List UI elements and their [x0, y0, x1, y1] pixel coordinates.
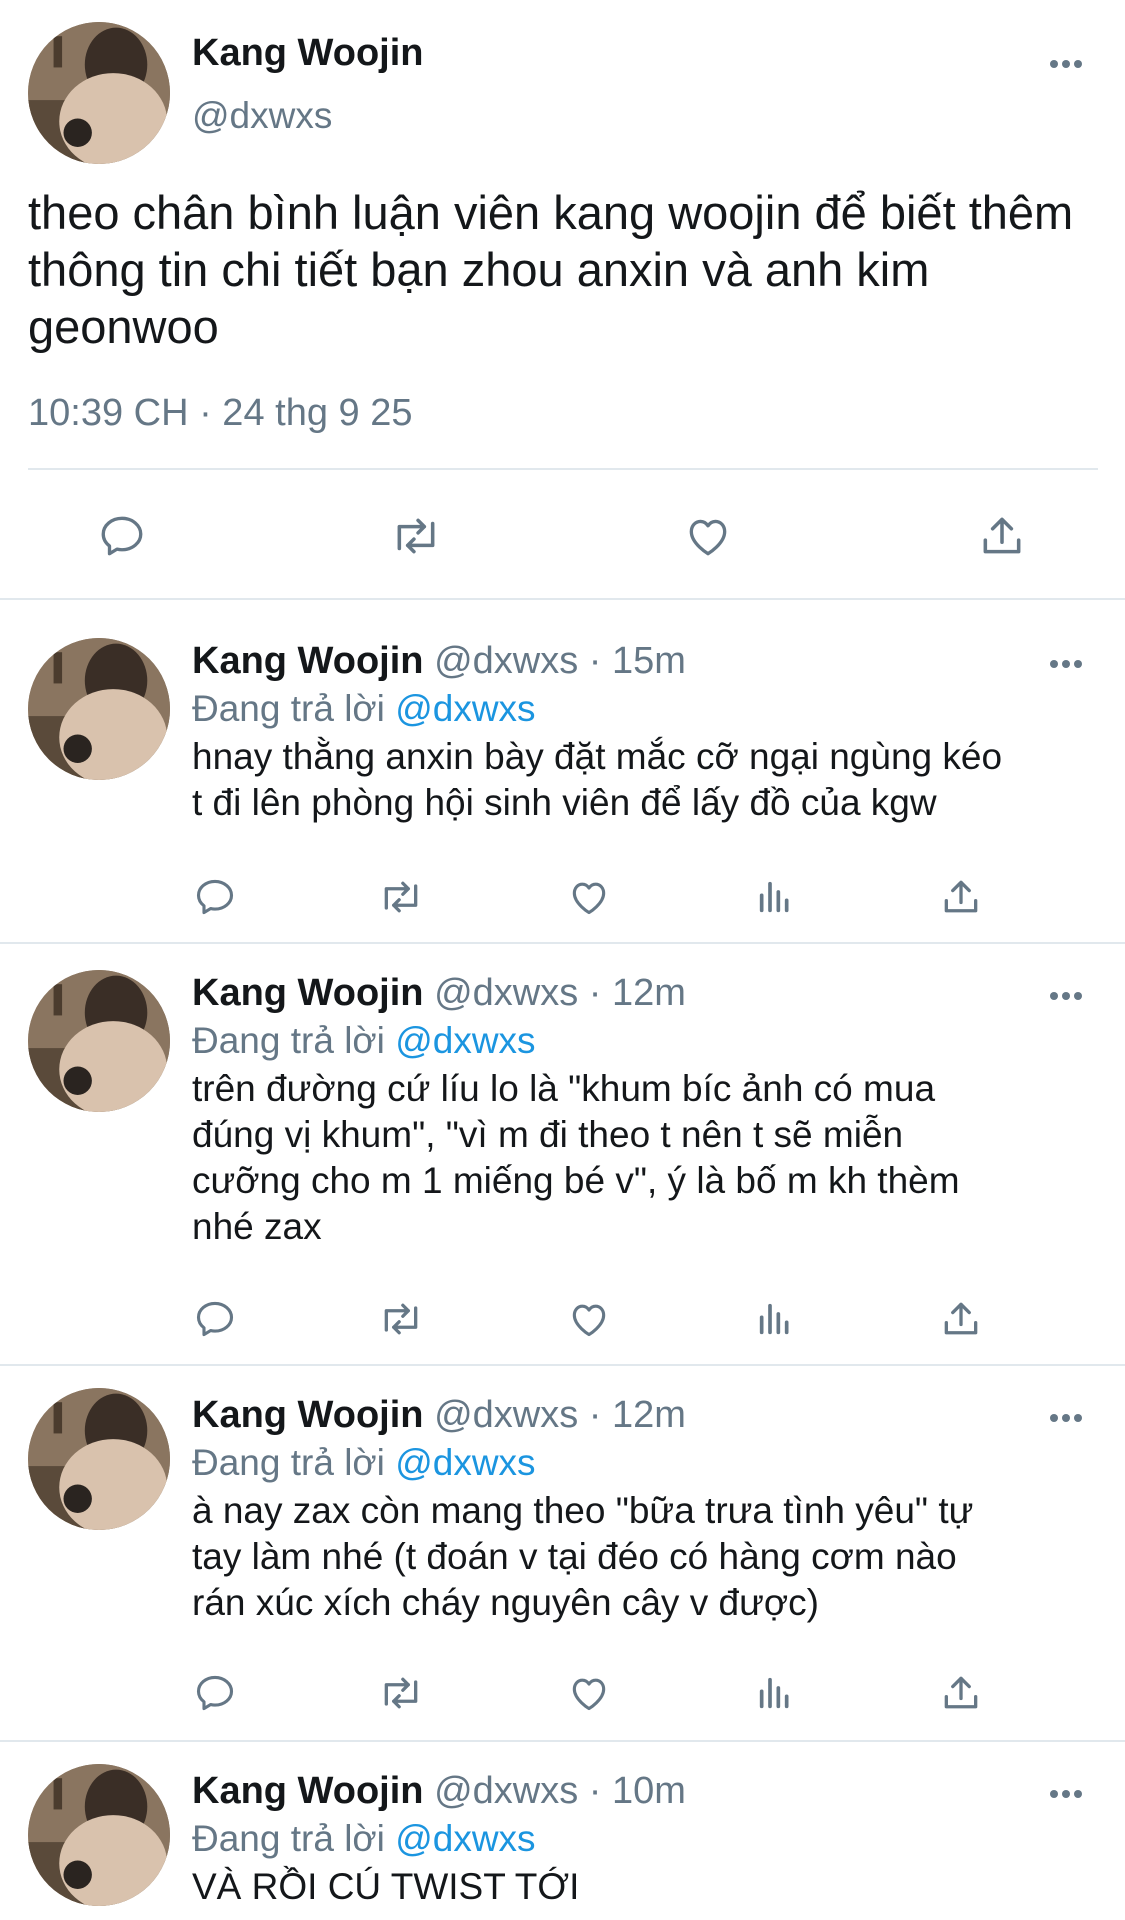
more-options-icon[interactable]	[1049, 988, 1083, 1006]
retweet-button[interactable]	[384, 508, 448, 564]
share-button[interactable]	[936, 1668, 986, 1718]
tweet-text: theo chân bình luận viên kang woojin để …	[28, 186, 1074, 353]
reply-text: trên đường cứ líu lo là "khum bíc ảnh có…	[192, 1068, 960, 1247]
share-icon	[983, 517, 1021, 554]
replying-to: Đang trả lời @dxwxs	[192, 1818, 536, 1860]
retweet-icon	[397, 518, 435, 554]
like-button[interactable]	[564, 1668, 614, 1718]
divider	[28, 468, 1098, 470]
avatar[interactable]	[28, 638, 170, 780]
reply-header: Kang Woojin @dxwxs · 12m	[192, 972, 686, 1015]
more-options-icon[interactable]	[1049, 1786, 1083, 1804]
replying-prefix: Đang trả lời	[192, 1442, 385, 1483]
replying-mention[interactable]: @dxwxs	[395, 1818, 535, 1859]
author-handle[interactable]: @dxwxs	[434, 1770, 578, 1812]
analytics-button[interactable]	[750, 872, 800, 922]
replying-mention[interactable]: @dxwxs	[395, 1020, 535, 1061]
author-name[interactable]: Kang Woojin	[192, 640, 424, 682]
avatar-photo	[28, 22, 170, 164]
reply-icon	[196, 1675, 234, 1711]
avatar-photo	[28, 1388, 170, 1530]
retweet-icon	[384, 881, 418, 913]
share-icon	[944, 1676, 978, 1709]
reply-tweet[interactable]: Kang Woojin @dxwxs · 12m Đang trả lời @d…	[0, 944, 1125, 1366]
more-options-icon[interactable]	[1049, 1410, 1083, 1428]
replying-mention[interactable]: @dxwxs	[395, 688, 535, 729]
retweet-icon	[384, 1677, 418, 1709]
author-handle[interactable]: @dxwxs	[434, 1394, 578, 1436]
reply-text: VÀ RỒI CÚ TWIST TỚI	[192, 1866, 580, 1907]
tweet-timestamp[interactable]: 10:39 CH · 24 thg 9 25	[28, 392, 412, 435]
avatar[interactable]	[28, 970, 170, 1112]
reply-header: Kang Woojin @dxwxs · 15m	[192, 640, 686, 683]
reply-header: Kang Woojin @dxwxs · 12m	[192, 1394, 686, 1437]
retweet-button[interactable]	[374, 1668, 428, 1718]
reply-icon	[101, 516, 143, 556]
share-button[interactable]	[936, 872, 986, 922]
author-handle[interactable]: @dxwxs	[434, 972, 578, 1014]
replying-to: Đang trả lời @dxwxs	[192, 1020, 536, 1062]
share-icon	[944, 1302, 978, 1335]
replying-mention[interactable]: @dxwxs	[395, 1442, 535, 1483]
reply-header: Kang Woojin @dxwxs · 10m	[192, 1770, 686, 1813]
like-icon	[572, 882, 606, 915]
share-icon	[944, 880, 978, 913]
retweet-icon	[384, 1303, 418, 1335]
reply-time: · 15m	[588, 640, 686, 682]
reply-button[interactable]	[190, 872, 240, 922]
analytics-icon	[759, 881, 789, 913]
like-button[interactable]	[678, 508, 738, 564]
reply-time: · 10m	[588, 1770, 686, 1812]
reply-tweet[interactable]: Kang Woojin @dxwxs · 10m Đang trả lời @d…	[0, 1742, 1125, 1920]
replying-to: Đang trả lời @dxwxs	[192, 1442, 536, 1484]
author-handle[interactable]: @dxwxs	[192, 95, 332, 137]
replying-prefix: Đang trả lời	[192, 688, 385, 729]
analytics-icon	[759, 1303, 789, 1335]
reply-tweet[interactable]: Kang Woojin @dxwxs · 12m Đang trả lời @d…	[0, 1366, 1125, 1742]
replying-to: Đang trả lời @dxwxs	[192, 688, 536, 730]
avatar[interactable]	[28, 1388, 170, 1530]
reply-icon	[196, 879, 234, 915]
reply-button[interactable]	[190, 1668, 240, 1718]
avatar[interactable]	[28, 22, 170, 164]
reply-button[interactable]	[92, 508, 152, 564]
author-name[interactable]: Kang Woojin	[192, 1770, 424, 1812]
retweet-button[interactable]	[374, 872, 428, 922]
main-tweet: Kang Woojin @dxwxs theo chân bình luận v…	[0, 0, 1125, 600]
like-button[interactable]	[564, 872, 614, 922]
like-icon	[689, 519, 727, 556]
analytics-button[interactable]	[750, 1294, 800, 1344]
author-handle[interactable]: @dxwxs	[434, 640, 578, 682]
reply-text: à nay zax còn mang theo "bữa trưa tình y…	[192, 1490, 974, 1623]
author-name[interactable]: Kang Woojin	[192, 972, 424, 1014]
like-icon	[572, 1678, 606, 1711]
replying-prefix: Đang trả lời	[192, 1020, 385, 1061]
author-name[interactable]: Kang Woojin	[192, 32, 424, 75]
more-options-icon[interactable]	[1049, 656, 1083, 674]
reply-icon	[196, 1301, 234, 1337]
share-button[interactable]	[972, 508, 1032, 564]
replying-prefix: Đang trả lời	[192, 1818, 385, 1859]
like-icon	[572, 1304, 606, 1337]
avatar-photo	[28, 1764, 170, 1906]
reply-time: · 12m	[588, 972, 686, 1014]
author-name[interactable]: Kang Woojin	[192, 1394, 424, 1436]
share-button[interactable]	[936, 1294, 986, 1344]
analytics-icon	[759, 1677, 789, 1709]
reply-time: · 12m	[588, 1394, 686, 1436]
reply-tweet[interactable]: Kang Woojin @dxwxs · 15m Đang trả lời @d…	[0, 606, 1125, 944]
avatar-photo	[28, 638, 170, 780]
retweet-button[interactable]	[374, 1294, 428, 1344]
reply-text: hnay thằng anxin bày đặt mắc cỡ ngại ngù…	[192, 736, 1003, 823]
reply-button[interactable]	[190, 1294, 240, 1344]
analytics-button[interactable]	[750, 1668, 800, 1718]
avatar-photo	[28, 970, 170, 1112]
more-options-icon[interactable]	[1049, 56, 1083, 74]
divider	[0, 598, 1125, 600]
avatar[interactable]	[28, 1764, 170, 1906]
like-button[interactable]	[564, 1294, 614, 1344]
